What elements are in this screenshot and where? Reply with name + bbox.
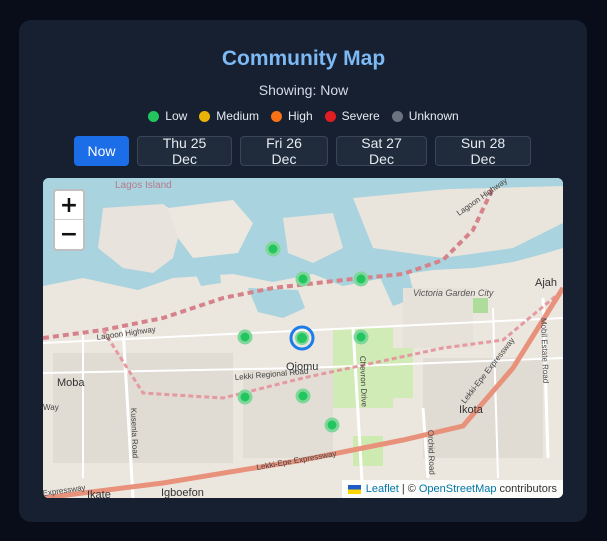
tab-thu-25-dec[interactable]: Thu 25 Dec — [137, 135, 232, 167]
place-label: Moba — [57, 377, 85, 389]
attribution-suffix: contributors — [499, 483, 557, 495]
place-label: Igboefon — [161, 487, 204, 498]
selected-marker[interactable] — [295, 331, 309, 345]
low-marker[interactable] — [237, 389, 253, 405]
legend-item-medium: Medium — [199, 109, 259, 123]
attribution-separator: | © — [401, 483, 416, 495]
legend-label: Unknown — [408, 109, 459, 123]
medium-dot-icon — [199, 110, 211, 122]
map-view[interactable]: Lagos Island Ajah Victoria Garden City M… — [43, 178, 563, 498]
low-dot-icon — [148, 110, 160, 122]
severity-legend: Low Medium High Severe Unknown — [0, 109, 607, 123]
zoom-in-button[interactable]: + — [55, 191, 83, 220]
road-label: Chevron Drive — [358, 356, 369, 408]
forecast-tabs: Now Thu 25 Dec Fri 26 Dec Sat 27 Dec Sun… — [74, 135, 531, 167]
low-marker[interactable] — [237, 329, 253, 345]
low-marker[interactable] — [353, 329, 369, 345]
low-marker[interactable] — [324, 417, 340, 433]
high-dot-icon — [270, 110, 282, 122]
openstreetmap-link[interactable]: OpenStreetMap — [419, 483, 497, 495]
place-label: Victoria Garden City — [413, 288, 494, 298]
place-label: Ajah — [535, 277, 557, 289]
low-marker[interactable] — [353, 271, 369, 287]
tab-sat-27-dec[interactable]: Sat 27 Dec — [336, 135, 427, 167]
low-marker[interactable] — [295, 271, 311, 287]
showing-label: Showing: Now — [258, 82, 349, 98]
map-tiles[interactable]: Lagos Island Ajah Victoria Garden City M… — [43, 178, 563, 498]
legend-item-high: High — [270, 109, 313, 123]
zoom-control: + − — [53, 189, 85, 251]
tab-sun-28-dec[interactable]: Sun 28 Dec — [435, 135, 531, 167]
place-label: Lagos Island — [115, 180, 172, 191]
unknown-dot-icon — [391, 110, 403, 122]
leaflet-link[interactable]: Leaflet — [366, 483, 399, 495]
legend-label: Severe — [341, 109, 380, 123]
zoom-out-button[interactable]: − — [55, 220, 83, 249]
road-label: Way — [43, 403, 59, 412]
legend-item-severe: Severe — [324, 109, 380, 123]
road-label: Kusenla Road — [129, 408, 140, 459]
legend-label: Low — [165, 109, 188, 123]
road-label: Orchid Road — [426, 430, 437, 475]
low-marker[interactable] — [295, 388, 311, 404]
page-title: Community Map — [221, 47, 386, 70]
severe-dot-icon — [324, 110, 336, 122]
legend-label: Medium — [216, 109, 259, 123]
ukraine-flag-icon — [347, 484, 361, 494]
map-attribution: Leaflet | © OpenStreetMap contributors — [341, 480, 563, 498]
legend-item-unknown: Unknown — [391, 109, 459, 123]
place-label: Ikota — [459, 404, 484, 416]
tab-fri-26-dec[interactable]: Fri 26 Dec — [240, 135, 328, 167]
tab-now[interactable]: Now — [74, 136, 129, 166]
legend-item-low: Low — [148, 109, 187, 123]
low-marker[interactable] — [265, 241, 281, 257]
place-label: Ikate — [87, 489, 111, 498]
legend-label: High — [287, 109, 313, 123]
